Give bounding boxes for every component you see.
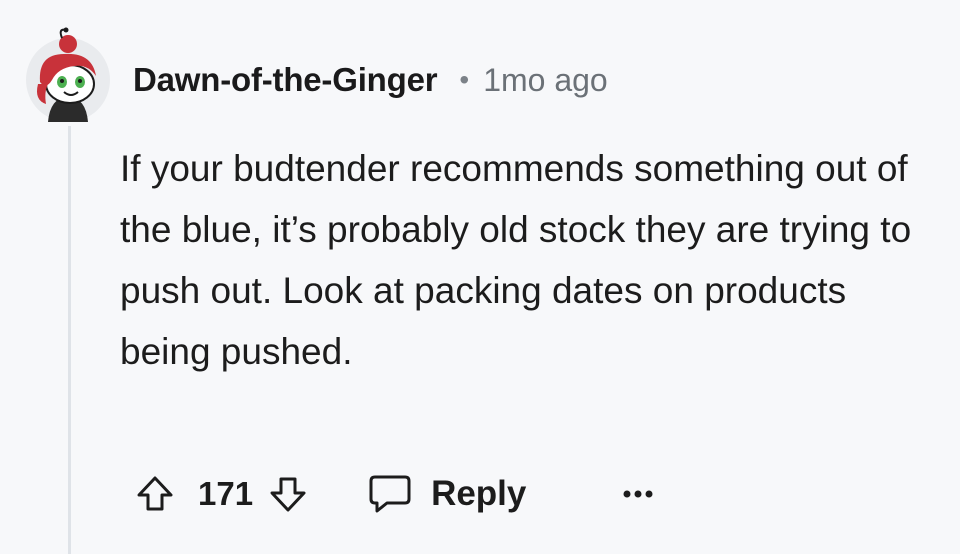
arrow-up-outline-icon <box>137 476 173 511</box>
timestamp[interactable]: 1mo ago <box>483 62 608 99</box>
speech-bubble-icon <box>369 475 411 513</box>
thread-line[interactable] <box>68 126 71 554</box>
username[interactable]: Dawn-of-the-Ginger <box>133 61 438 99</box>
arrow-down-outline-icon <box>270 477 306 512</box>
comment: Dawn-of-the-Ginger • 1mo ago If your bud… <box>0 0 960 554</box>
comment-meta: Dawn-of-the-Ginger • 1mo ago <box>133 52 608 108</box>
vote-score: 171 <box>198 475 254 512</box>
comment-text: If your budtender recommends something o… <box>120 148 912 372</box>
comment-body: If your budtender recommends something o… <box>120 138 940 382</box>
more-options-button[interactable] <box>616 474 660 514</box>
comment-actions: 171 Reply <box>132 462 660 526</box>
avatar[interactable] <box>22 24 114 122</box>
downvote-button[interactable] <box>265 471 311 517</box>
reply-button[interactable]: Reply <box>367 473 526 515</box>
upvote-button[interactable] <box>132 471 178 517</box>
meta-separator: • <box>459 64 470 95</box>
snoo-avatar-icon <box>26 27 110 122</box>
ellipsis-icon <box>623 490 653 498</box>
reply-label: Reply <box>431 474 527 513</box>
